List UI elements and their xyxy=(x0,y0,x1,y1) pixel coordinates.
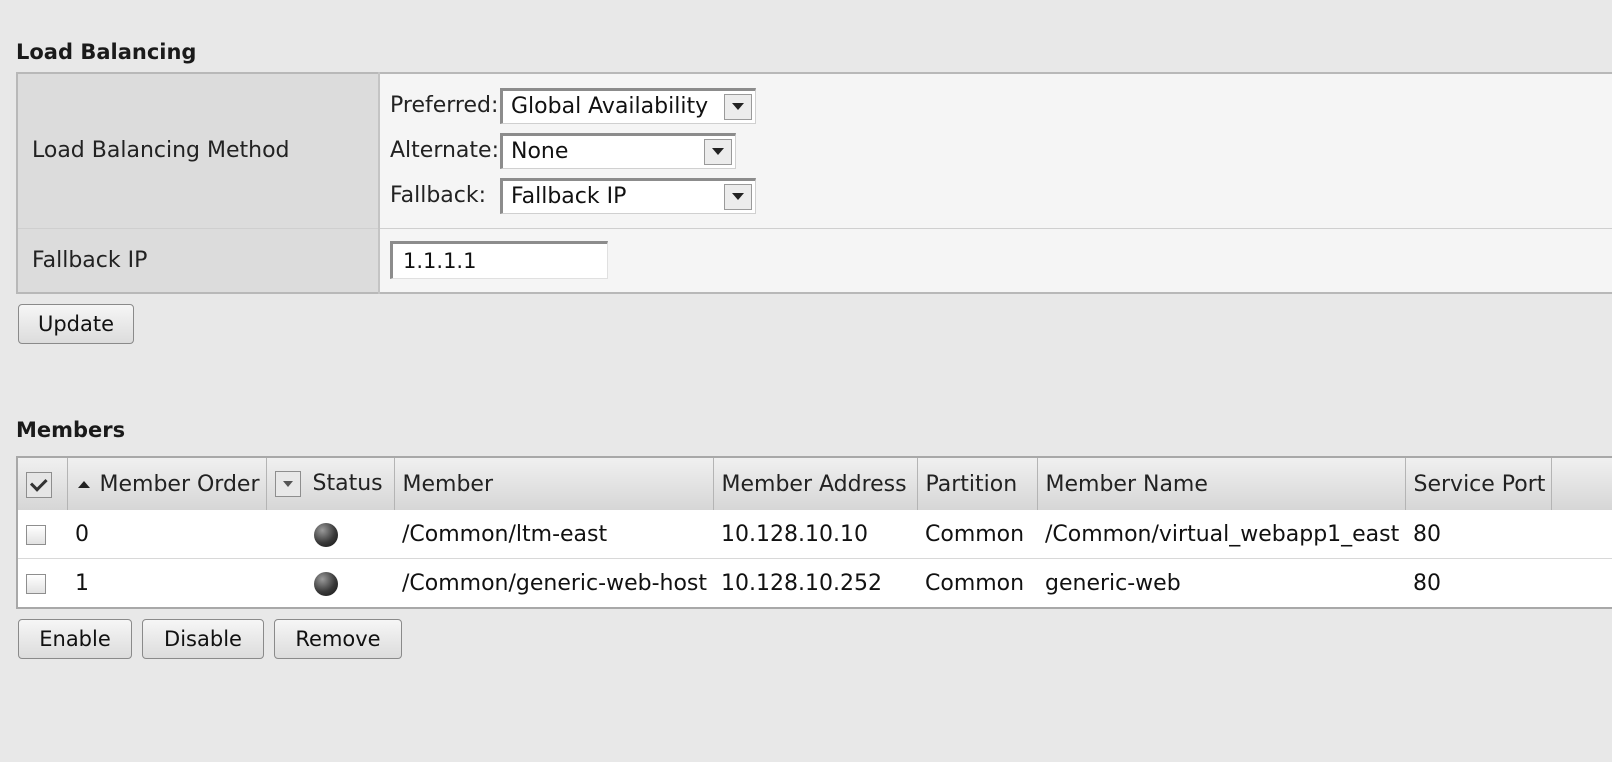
row-checkbox[interactable] xyxy=(26,573,46,594)
preferred-label: Preferred: xyxy=(390,93,499,119)
row-checkbox-cell xyxy=(17,510,67,559)
alternate-select[interactable]: None xyxy=(500,132,736,169)
service-port-cell: 80 xyxy=(1405,558,1551,608)
alternate-label: Alternate: xyxy=(390,138,499,164)
sort-ascending-icon xyxy=(77,481,90,488)
alternate-select-value: None xyxy=(511,139,569,165)
members-table: Member Order Status Member Member Addres… xyxy=(16,456,1612,609)
member-order-cell: 0 xyxy=(67,510,266,559)
partition-cell: Common xyxy=(917,558,1037,608)
members-title: Members xyxy=(16,418,126,442)
load-balancing-table: Load Balancing Method Preferred: Global … xyxy=(16,72,1612,294)
column-header-member-name[interactable]: Member Name xyxy=(1037,457,1406,510)
member-address-link[interactable]: 10.128.10.252 xyxy=(713,558,917,608)
check-icon xyxy=(29,473,48,492)
member-cell: /Common/ltm-east xyxy=(394,510,713,559)
preferred-select[interactable]: Global Availability xyxy=(500,87,756,124)
preferred-select-value: Global Availability xyxy=(511,94,709,120)
partition-cell: Common xyxy=(917,510,1037,559)
update-button[interactable]: Update xyxy=(18,304,134,344)
column-header-member-order[interactable]: Member Order xyxy=(67,457,267,510)
load-balancing-title: Load Balancing xyxy=(16,40,197,64)
member-address-link[interactable]: 10.128.10.10 xyxy=(713,510,917,559)
member-cell: /Common/generic-web-host xyxy=(394,558,713,608)
preferred-line: Preferred: Global Availability xyxy=(390,83,1612,128)
column-header-overflow xyxy=(1551,457,1612,510)
status-indicator-icon xyxy=(314,522,338,547)
member-order-cell: 1 xyxy=(67,558,266,608)
fallback-select[interactable]: Fallback IP xyxy=(500,177,756,214)
column-header-status[interactable]: Status xyxy=(266,457,395,510)
chevron-down-icon[interactable] xyxy=(704,138,732,165)
member-name-cell: generic-web xyxy=(1037,558,1405,608)
enable-button[interactable]: Enable xyxy=(18,619,132,659)
row-checkbox[interactable] xyxy=(26,524,46,545)
row-checkbox-cell xyxy=(17,558,67,608)
status-cell xyxy=(266,558,394,608)
chevron-down-icon[interactable] xyxy=(724,183,752,210)
fallback-ip-input[interactable] xyxy=(390,241,608,280)
remove-button[interactable]: Remove xyxy=(274,619,402,659)
members-header-row: Member Order Status Member Member Addres… xyxy=(17,457,1612,510)
overflow-cell xyxy=(1551,558,1612,608)
fallback-ip-value-cell xyxy=(379,228,1612,293)
chevron-down-icon[interactable] xyxy=(724,93,752,120)
disable-button[interactable]: Disable xyxy=(142,619,264,659)
service-port-cell: 80 xyxy=(1405,510,1551,559)
load-balancing-method-label: Load Balancing Method xyxy=(17,73,380,228)
select-all-checkbox[interactable] xyxy=(26,471,52,498)
status-indicator-icon xyxy=(314,571,338,596)
member-name-cell: /Common/virtual_webapp1_east xyxy=(1037,510,1405,559)
load-balancing-method-row: Load Balancing Method Preferred: Global … xyxy=(17,73,1612,228)
fallback-ip-label: Fallback IP xyxy=(17,228,380,293)
fallback-select-value: Fallback IP xyxy=(511,184,627,210)
column-header-service-port[interactable]: Service Port xyxy=(1405,457,1552,510)
chevron-down-icon[interactable] xyxy=(274,471,301,497)
select-all-header[interactable] xyxy=(17,457,68,510)
load-balancing-method-value: Preferred: Global Availability Alternate… xyxy=(379,73,1612,228)
table-row: 1 /Common/generic-web-host 10.128.10.252… xyxy=(17,558,1612,608)
table-row: 0 /Common/ltm-east 10.128.10.10 Common /… xyxy=(17,510,1612,559)
fallback-line: Fallback: Fallback IP xyxy=(390,173,1612,218)
fallback-label: Fallback: xyxy=(390,183,487,209)
status-cell xyxy=(266,510,394,559)
alternate-line: Alternate: None xyxy=(390,128,1612,173)
column-header-member-address[interactable]: Member Address xyxy=(713,457,918,510)
overflow-cell xyxy=(1551,510,1612,559)
column-header-member[interactable]: Member xyxy=(394,457,714,510)
fallback-ip-row: Fallback IP xyxy=(17,228,1612,293)
column-header-partition[interactable]: Partition xyxy=(917,457,1038,510)
